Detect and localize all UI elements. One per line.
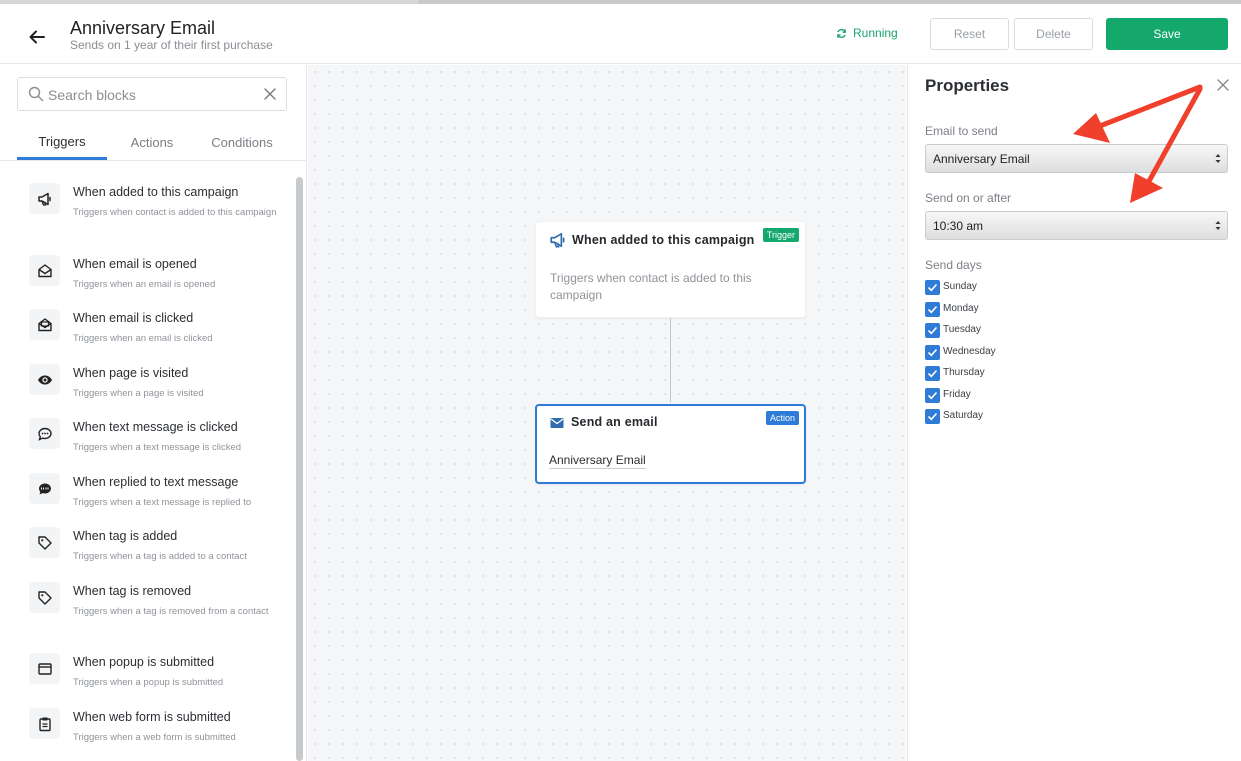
trigger-badge: Trigger xyxy=(762,228,799,242)
list-item-tag-removed[interactable]: When tag is removed Triggers when a tag … xyxy=(0,582,290,636)
action-badge: Action xyxy=(765,411,799,425)
search-icon xyxy=(28,86,44,102)
properties-panel: Properties Email to send Anniversary Ema… xyxy=(907,65,1241,761)
checkbox-checked[interactable] xyxy=(925,388,940,403)
list-item-desc: Triggers when a text message is replied … xyxy=(73,497,252,508)
status-label: Running xyxy=(853,26,898,40)
clipboard-icon xyxy=(29,708,60,739)
browser-window-icon xyxy=(29,653,60,684)
list-item-title: When tag is added xyxy=(73,529,178,543)
list-item-text-clicked[interactable]: When text message is clicked Triggers wh… xyxy=(0,418,290,472)
list-item-email-opened[interactable]: When email is opened Triggers when an em… xyxy=(0,255,290,309)
day-label: Sunday xyxy=(943,281,977,292)
email-to-send-label: Email to send xyxy=(925,124,998,138)
day-label: Tuesday xyxy=(943,324,981,335)
tab-conditions[interactable]: Conditions xyxy=(197,125,287,160)
list-item-desc: Triggers when a web form is submitted xyxy=(73,732,236,743)
list-item-title: When email is opened xyxy=(73,257,197,271)
select-arrows-icon xyxy=(1215,221,1221,230)
sms-bubble-icon xyxy=(29,473,60,504)
day-label: Wednesday xyxy=(943,346,996,357)
send-time-select[interactable]: 10:30 am xyxy=(925,211,1228,240)
checkbox-checked[interactable] xyxy=(925,280,940,295)
checkbox-checked[interactable] xyxy=(925,345,940,360)
day-label: Thursday xyxy=(943,367,985,378)
tab-actions[interactable]: Actions xyxy=(107,125,197,160)
send-days-label: Send days xyxy=(925,258,982,272)
send-on-label: Send on or after xyxy=(925,191,1012,205)
status-indicator: Running xyxy=(836,26,898,40)
list-item-popup-submitted[interactable]: When popup is submitted Triggers when a … xyxy=(0,653,290,707)
delete-button[interactable]: Delete xyxy=(1014,18,1093,50)
day-label: Monday xyxy=(943,303,979,314)
trigger-node-title: When added to this campaign xyxy=(572,233,755,247)
node-connector xyxy=(670,318,671,402)
envelope-clicked-icon xyxy=(29,309,60,340)
list-item-title: When tag is removed xyxy=(73,584,192,598)
back-arrow-icon[interactable] xyxy=(26,26,48,48)
search-input[interactable] xyxy=(48,84,258,106)
list-item-title: When replied to text message xyxy=(73,475,239,489)
campaign-subtitle: Sends on 1 year of their first purchase xyxy=(70,38,273,52)
action-node[interactable]: Send an email Action Anniversary Email xyxy=(535,404,806,484)
block-tabs: Triggers Actions Conditions xyxy=(0,125,306,161)
action-node-desc[interactable]: Anniversary Email xyxy=(549,453,646,469)
checkbox-checked[interactable] xyxy=(925,302,940,317)
search-box xyxy=(17,77,287,111)
checkbox-checked[interactable] xyxy=(925,323,940,338)
list-item-desc: Triggers when a text message is clicked xyxy=(73,442,242,453)
header: Anniversary Email Sends on 1 year of the… xyxy=(0,4,1241,64)
trigger-node-desc: Triggers when contact is added to this c… xyxy=(550,271,752,302)
reset-button[interactable]: Reset xyxy=(930,18,1009,50)
sidebar-scrollbar[interactable] xyxy=(296,177,303,761)
tag-icon xyxy=(29,582,60,613)
megaphone-icon xyxy=(29,183,60,214)
close-icon[interactable] xyxy=(1216,78,1230,92)
save-button[interactable]: Save xyxy=(1106,18,1228,50)
day-label: Saturday xyxy=(943,410,984,421)
trigger-node[interactable]: When added to this campaign Trigger Trig… xyxy=(535,221,806,318)
list-item-page-visited[interactable]: When page is visited Triggers when a pag… xyxy=(0,364,290,418)
list-item-desc: Triggers when a tag is removed from a co… xyxy=(73,606,269,617)
list-item-title: When popup is submitted xyxy=(73,655,215,669)
email-select[interactable]: Anniversary Email xyxy=(925,144,1228,173)
action-node-title: Send an email xyxy=(571,415,658,429)
list-item-desc: Triggers when an email is clicked xyxy=(73,333,213,344)
list-item-title: When added to this campaign xyxy=(73,185,239,199)
list-item-title: When page is visited xyxy=(73,366,189,380)
email-select-value: Anniversary Email xyxy=(933,151,1030,166)
campaign-title: Anniversary Email xyxy=(70,18,216,38)
list-item-desc: Triggers when contact is added to this c… xyxy=(73,207,277,218)
select-arrows-icon xyxy=(1215,154,1221,163)
list-item-desc: Triggers when a page is visited xyxy=(73,388,204,399)
envelope-open-icon xyxy=(29,255,60,286)
checkbox-checked[interactable] xyxy=(925,366,940,381)
envelope-icon xyxy=(550,418,564,428)
clear-search-icon[interactable] xyxy=(263,87,277,101)
list-item-replied-text[interactable]: When replied to text message Triggers wh… xyxy=(0,473,290,527)
blocks-sidebar: Triggers Actions Conditions When added t… xyxy=(0,65,307,761)
panel-title: Properties xyxy=(925,76,1010,95)
checkbox-checked[interactable] xyxy=(925,409,940,424)
list-item-tag-added[interactable]: When tag is added Triggers when a tag is… xyxy=(0,527,290,581)
tag-icon xyxy=(29,527,60,558)
list-item-desc: Triggers when a popup is submitted xyxy=(73,677,224,688)
list-item-added-to-campaign[interactable]: When added to this campaign Triggers whe… xyxy=(0,183,290,237)
list-item-title: When web form is submitted xyxy=(73,710,231,724)
day-label: Friday xyxy=(943,389,971,400)
list-item-webform-submitted[interactable]: When web form is submitted Triggers when… xyxy=(0,708,290,761)
list-item-title: When email is clicked xyxy=(73,311,194,325)
chat-bubble-icon xyxy=(29,418,60,449)
workflow-canvas[interactable]: When added to this campaign Trigger Trig… xyxy=(308,65,906,761)
list-item-title: When text message is clicked xyxy=(73,420,238,434)
refresh-icon xyxy=(837,28,846,38)
list-item-desc: Triggers when a tag is added to a contac… xyxy=(73,551,247,562)
list-item-email-clicked[interactable]: When email is clicked Triggers when an e… xyxy=(0,309,290,363)
eye-icon xyxy=(29,364,60,395)
megaphone-icon xyxy=(550,232,565,248)
list-item-desc: Triggers when an email is opened xyxy=(73,279,216,290)
send-time-value: 10:30 am xyxy=(933,218,984,233)
tab-triggers[interactable]: Triggers xyxy=(17,125,107,160)
